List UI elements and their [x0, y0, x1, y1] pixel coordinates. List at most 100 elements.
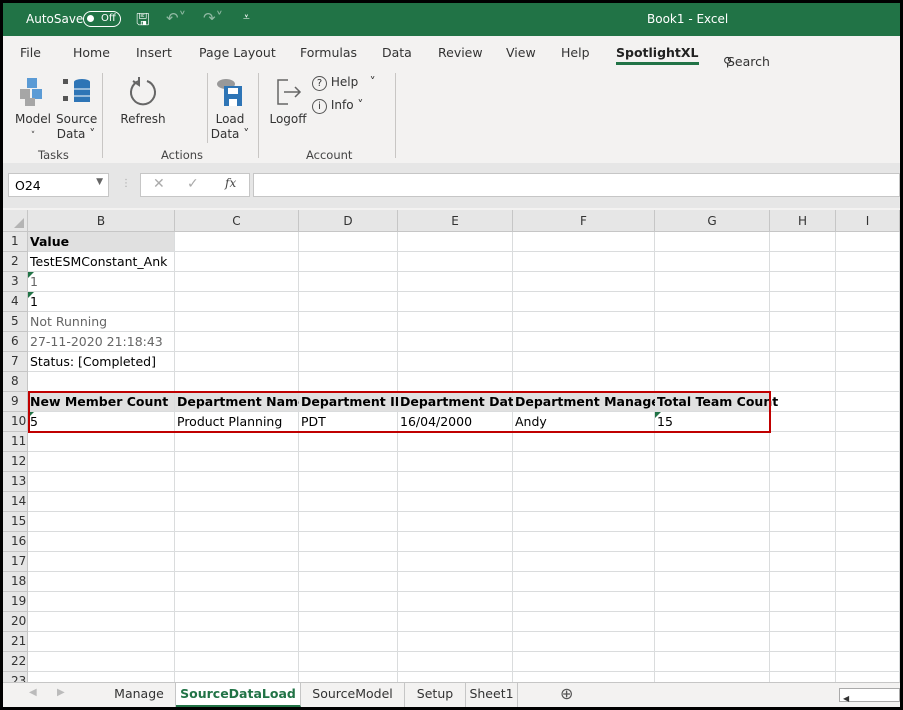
cell[interactable]	[398, 672, 513, 682]
cell[interactable]	[398, 552, 513, 572]
cell[interactable]	[770, 472, 836, 492]
cell[interactable]	[299, 452, 398, 472]
cell[interactable]	[836, 492, 900, 512]
cell[interactable]	[655, 572, 770, 592]
sheet-tab-sourcedataload[interactable]: SourceDataLoad	[176, 683, 301, 707]
cell[interactable]	[836, 512, 900, 532]
cell[interactable]	[770, 452, 836, 472]
tab-page-layout[interactable]: Page Layout	[199, 45, 276, 60]
row-header[interactable]: 4	[3, 292, 28, 312]
cell[interactable]	[28, 432, 175, 452]
cell[interactable]	[28, 452, 175, 472]
cell[interactable]	[175, 672, 299, 682]
cell[interactable]	[175, 352, 299, 372]
cell[interactable]	[28, 472, 175, 492]
cell-f10[interactable]: Andy	[513, 412, 655, 432]
cell[interactable]	[175, 572, 299, 592]
cell[interactable]	[398, 312, 513, 332]
cell[interactable]	[836, 572, 900, 592]
cell[interactable]	[299, 312, 398, 332]
cell[interactable]	[398, 232, 513, 252]
cell[interactable]	[398, 452, 513, 472]
info-button[interactable]: i Info ˅	[312, 98, 363, 114]
cell[interactable]	[299, 272, 398, 292]
save-icon[interactable]: 🖫	[136, 9, 150, 36]
cell[interactable]	[836, 352, 900, 372]
cell[interactable]	[655, 332, 770, 352]
cell[interactable]	[28, 612, 175, 632]
cell[interactable]	[398, 612, 513, 632]
cell[interactable]	[836, 272, 900, 292]
cell-b3[interactable]: 1	[28, 272, 175, 292]
load-data-button[interactable]: Load Data ˅	[208, 76, 252, 142]
cell[interactable]	[836, 252, 900, 272]
chevron-down-icon[interactable]: ▼	[96, 177, 103, 187]
row-header[interactable]: 5	[3, 312, 28, 332]
cell[interactable]	[175, 632, 299, 652]
cell-d9[interactable]: Department ID	[299, 392, 405, 412]
cell[interactable]	[770, 312, 836, 332]
name-box[interactable]: O24 ▼	[8, 173, 109, 197]
cell[interactable]	[836, 452, 900, 472]
tab-help[interactable]: Help	[561, 45, 590, 60]
row-header[interactable]: 12	[3, 452, 28, 472]
column-header-h[interactable]: H	[770, 210, 836, 232]
search-box[interactable]: ⚲ Search	[723, 45, 770, 69]
select-all-button[interactable]	[3, 210, 28, 232]
cell[interactable]	[770, 572, 836, 592]
cell[interactable]	[770, 292, 836, 312]
cell-g9[interactable]: Total Team Count	[655, 392, 778, 412]
cell[interactable]	[299, 572, 398, 592]
tab-formulas[interactable]: Formulas	[300, 45, 357, 60]
cell[interactable]	[655, 492, 770, 512]
cell[interactable]	[770, 272, 836, 292]
cell[interactable]	[836, 532, 900, 552]
model-button[interactable]: Model ˅	[13, 76, 53, 144]
cell[interactable]	[175, 612, 299, 632]
cell[interactable]	[398, 332, 513, 352]
cell[interactable]	[175, 552, 299, 572]
cell[interactable]	[770, 532, 836, 552]
cell[interactable]	[175, 292, 299, 312]
column-header-e[interactable]: E	[398, 210, 513, 232]
cell-g10[interactable]: 15	[655, 412, 770, 432]
cell[interactable]	[299, 332, 398, 352]
cell[interactable]	[513, 612, 655, 632]
sheet-tab-setup[interactable]: Setup	[405, 683, 466, 707]
cell[interactable]	[175, 452, 299, 472]
cell[interactable]	[28, 492, 175, 512]
cell-b4[interactable]: 1	[28, 292, 175, 312]
cell[interactable]	[398, 652, 513, 672]
cell[interactable]	[513, 432, 655, 452]
cell[interactable]	[655, 592, 770, 612]
cell[interactable]	[655, 292, 770, 312]
cell[interactable]	[770, 332, 836, 352]
cell[interactable]	[513, 232, 655, 252]
cell[interactable]	[770, 652, 836, 672]
cell[interactable]	[299, 652, 398, 672]
cell[interactable]	[513, 532, 655, 552]
cell[interactable]	[299, 492, 398, 512]
cell[interactable]	[836, 672, 900, 682]
column-header-d[interactable]: D	[299, 210, 398, 232]
cell-b10[interactable]: 5	[28, 412, 175, 432]
cell[interactable]	[299, 472, 398, 492]
row-header[interactable]: 18	[3, 572, 28, 592]
row-header[interactable]: 2	[3, 252, 28, 272]
tab-view[interactable]: View	[506, 45, 536, 60]
cell[interactable]	[655, 552, 770, 572]
cell-c10[interactable]: Product Planning	[175, 412, 299, 432]
cell[interactable]	[28, 372, 175, 392]
cell[interactable]	[655, 672, 770, 682]
cell[interactable]	[175, 372, 299, 392]
row-header[interactable]: 15	[3, 512, 28, 532]
cell[interactable]	[770, 492, 836, 512]
cell[interactable]	[175, 472, 299, 492]
horizontal-scrollbar[interactable]: ◀	[839, 688, 900, 703]
cell[interactable]	[398, 352, 513, 372]
sheet-tab-sheet1[interactable]: Sheet1	[466, 683, 518, 707]
cell[interactable]	[175, 492, 299, 512]
cell[interactable]	[655, 312, 770, 332]
cell[interactable]	[655, 252, 770, 272]
scroll-right-icon[interactable]: ▶	[57, 687, 65, 698]
